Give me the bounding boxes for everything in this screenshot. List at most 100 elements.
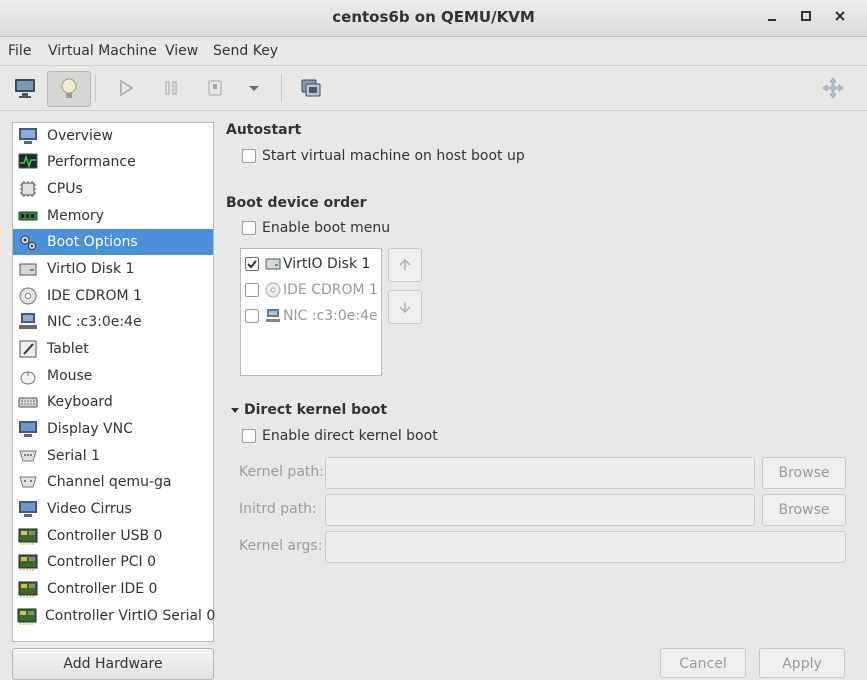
menu-view[interactable]: View <box>165 43 198 59</box>
nic-icon <box>17 312 39 332</box>
kernel-browse-button[interactable]: Browse <box>762 457 846 489</box>
memory-icon <box>17 206 39 226</box>
video-icon <box>17 499 39 519</box>
boot-options-panel: Autostart Start virtual machine on host … <box>226 118 856 638</box>
boot-order-heading: Boot device order <box>226 195 367 211</box>
controller-icon <box>17 606 37 626</box>
keyboard-icon <box>17 392 39 412</box>
disk-icon <box>17 259 39 279</box>
sidebar-item-boot-options[interactable]: Boot Options <box>13 229 213 255</box>
sidebar-item-nic[interactable]: NIC :c3:0e:4e <box>13 309 213 335</box>
checkbox-box[interactable] <box>242 429 256 443</box>
kernel-boot-label: Enable direct kernel boot <box>262 428 438 444</box>
shutdown-icon <box>208 80 222 96</box>
fullscreen-move-icon <box>822 77 844 99</box>
sidebar-item-memory[interactable]: Memory <box>13 203 213 229</box>
sidebar-item-performance[interactable]: Performance <box>13 149 213 175</box>
shutdown-menu-button[interactable] <box>234 71 274 105</box>
controller-icon <box>17 579 39 599</box>
performance-icon <box>17 152 39 172</box>
boot-device-checkbox[interactable] <box>245 309 259 323</box>
sidebar-item-mouse[interactable]: Mouse <box>13 363 213 389</box>
sidebar-item-label: Performance <box>47 154 136 170</box>
display-icon <box>17 419 39 439</box>
fullscreen-button[interactable] <box>812 71 854 105</box>
boot-device-label: NIC :c3:0e:4e <box>283 308 378 324</box>
boot-menu-checkbox[interactable]: Enable boot menu <box>242 220 390 236</box>
sidebar-item-label: Controller IDE 0 <box>47 581 158 597</box>
sidebar-item-controller-usb-0[interactable]: Controller USB 0 <box>13 523 213 549</box>
menu-virtual-machine[interactable]: Virtual Machine <box>48 43 157 59</box>
close-button[interactable] <box>830 8 850 28</box>
boot-device-ide-cdrom-1[interactable]: IDE CDROM 1 <box>245 278 378 302</box>
sidebar-item-controller-virtio-serial-0[interactable]: Controller VirtIO Serial 0 <box>13 603 216 629</box>
kernel-boot-heading: Direct kernel boot <box>244 402 388 418</box>
autostart-label: Start virtual machine on host boot up <box>262 148 525 164</box>
kernel-args-input[interactable] <box>325 531 846 563</box>
sidebar-item-controller-pci-0[interactable]: Controller PCI 0 <box>13 549 213 575</box>
cpu-icon <box>17 179 39 199</box>
sidebar-item-serial-1[interactable]: Serial 1 <box>13 443 213 469</box>
sidebar-item-video-cirrus[interactable]: Video Cirrus <box>13 496 213 522</box>
minimize-icon <box>768 19 776 21</box>
window-title: centos6b on QEMU/KVM <box>332 8 535 26</box>
title-bar: centos6b on QEMU/KVM <box>0 0 867 37</box>
minimize-button[interactable] <box>762 8 782 28</box>
close-icon <box>835 11 845 21</box>
sidebar-item-cpus[interactable]: CPUs <box>13 176 213 202</box>
autostart-checkbox[interactable]: Start virtual machine on host boot up <box>242 148 525 164</box>
hardware-list: Overview Performance CPUs Memory Boot Op… <box>12 122 216 642</box>
initrd-path-input[interactable] <box>325 494 755 526</box>
move-up-button[interactable] <box>388 248 422 282</box>
boot-menu-label: Enable boot menu <box>262 220 391 236</box>
play-icon <box>120 79 134 97</box>
boot-device-checkbox[interactable] <box>245 283 259 297</box>
arrow-up-icon <box>399 258 411 270</box>
initrd-path-label: Initrd path: <box>239 501 317 517</box>
toolbar <box>0 66 867 111</box>
menu-send-key[interactable]: Send Key <box>213 43 278 59</box>
add-hardware-button[interactable]: Add Hardware <box>12 648 214 680</box>
menu-file[interactable]: File <box>8 43 31 59</box>
serial-icon <box>17 446 39 466</box>
sidebar-item-channel-qemu-ga[interactable]: Channel qemu-ga <box>13 469 213 495</box>
checkbox-box[interactable] <box>242 149 256 163</box>
move-down-button[interactable] <box>388 290 422 324</box>
boot-options-icon <box>17 232 39 252</box>
sidebar-item-ide-cdrom-1[interactable]: IDE CDROM 1 <box>13 283 213 309</box>
console-button[interactable] <box>4 71 46 105</box>
kernel-path-input[interactable] <box>325 457 755 489</box>
sidebar-item-label: CPUs <box>47 181 83 197</box>
nic-icon <box>265 308 281 324</box>
kernel-path-label: Kernel path: <box>239 464 324 480</box>
kernel-boot-checkbox[interactable]: Enable direct kernel boot <box>242 428 438 444</box>
arrow-down-icon <box>399 302 411 314</box>
cdrom-icon <box>265 282 281 298</box>
shutdown-button[interactable] <box>194 71 236 105</box>
kernel-boot-expander[interactable]: Direct kernel boot <box>230 402 387 418</box>
initrd-browse-button[interactable]: Browse <box>762 494 846 526</box>
boot-device-label: IDE CDROM 1 <box>283 282 378 298</box>
details-button[interactable] <box>47 71 91 107</box>
sidebar-item-virtio-disk-1[interactable]: VirtIO Disk 1 <box>13 256 213 282</box>
sidebar-item-overview[interactable]: Overview <box>13 123 213 149</box>
autostart-heading: Autostart <box>226 122 302 138</box>
sidebar-item-label: Memory <box>47 208 104 224</box>
sidebar-item-label: Controller VirtIO Serial 0 <box>45 608 216 624</box>
boot-device-nic[interactable]: NIC :c3:0e:4e <box>245 304 378 328</box>
pause-button[interactable] <box>150 71 192 105</box>
checkbox-box[interactable] <box>242 221 256 235</box>
expander-arrow-icon <box>231 408 239 413</box>
sidebar-item-controller-ide-0[interactable]: Controller IDE 0 <box>13 576 213 602</box>
sidebar-item-tablet[interactable]: Tablet <box>13 336 213 362</box>
boot-device-virtio-disk-1[interactable]: VirtIO Disk 1 <box>245 252 370 276</box>
run-button[interactable] <box>105 71 147 105</box>
sidebar-item-label: Overview <box>47 128 113 144</box>
maximize-button[interactable] <box>796 8 816 28</box>
boot-device-checkbox[interactable] <box>245 257 259 271</box>
snapshot-icon <box>301 79 321 97</box>
sidebar-item-keyboard[interactable]: Keyboard <box>13 389 213 415</box>
sidebar-item-display-vnc[interactable]: Display VNC <box>13 416 213 442</box>
sidebar-item-label: Video Cirrus <box>47 501 132 517</box>
snapshots-button[interactable] <box>290 71 332 105</box>
